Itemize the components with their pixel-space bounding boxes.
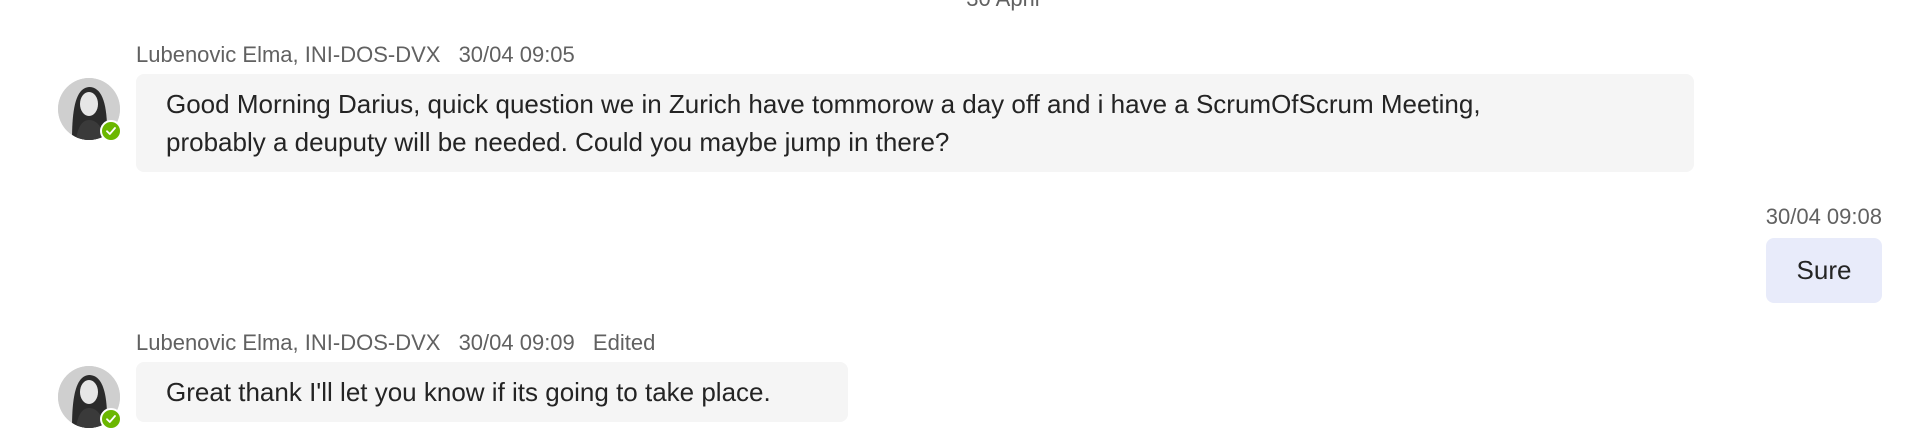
- message-text-line: Good Morning Darius, quick question we i…: [166, 89, 1481, 119]
- author-name: Lubenovic Elma, INI-DOS-DVX: [136, 330, 441, 355]
- checkmark-icon: [106, 415, 116, 423]
- avatar[interactable]: [58, 366, 122, 430]
- message-text: Great thank I'll let you know if its goi…: [166, 377, 771, 407]
- message-timestamp: 30/04 09:08: [1765, 204, 1882, 229]
- message-bubble[interactable]: Great thank I'll let you know if its goi…: [136, 362, 848, 422]
- message-bubble-outgoing[interactable]: Sure: [1766, 238, 1882, 303]
- message-text-line: probably a deuputy will be needed. Could…: [166, 127, 950, 157]
- presence-available-icon: [100, 120, 122, 142]
- edited-label: Edited: [592, 330, 656, 355]
- message-timestamp: 30/04 09:09: [458, 330, 575, 355]
- message-timestamp: 30/04 09:05: [458, 42, 575, 67]
- presence-available-icon: [100, 408, 122, 430]
- message-meta: Lubenovic Elma, INI-DOS-DVX 30/04 09:05: [136, 42, 587, 68]
- checkmark-icon: [106, 127, 116, 135]
- message-bubble[interactable]: Good Morning Darius, quick question we i…: [136, 74, 1694, 172]
- avatar[interactable]: [58, 78, 122, 142]
- message-meta: Lubenovic Elma, INI-DOS-DVX 30/04 09:09 …: [136, 330, 667, 356]
- date-divider: 30 April: [0, 0, 1916, 12]
- chat-thread: 30 April Lubenovic Elma, INI-DOS-DVX 30/…: [0, 0, 1916, 448]
- author-name: Lubenovic Elma, INI-DOS-DVX: [136, 42, 441, 67]
